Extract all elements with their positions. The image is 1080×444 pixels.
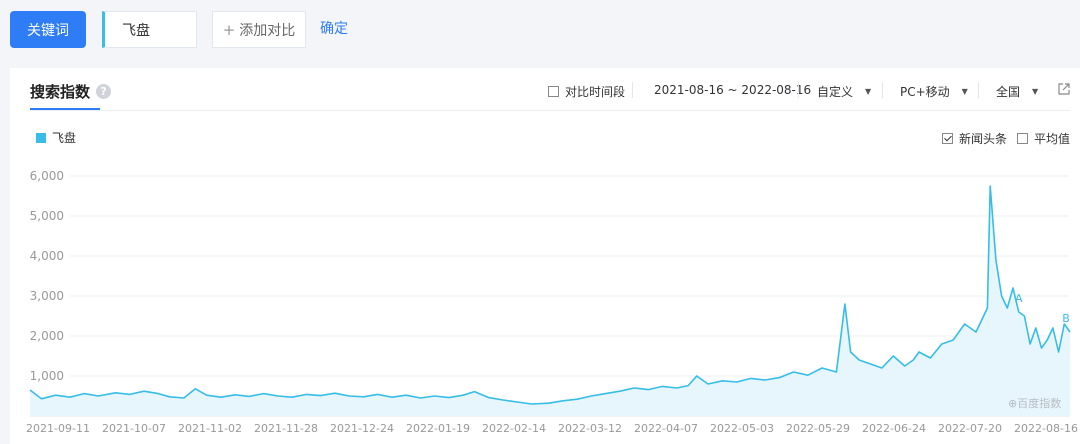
keyword-input[interactable]: 飞盘	[102, 11, 197, 48]
x-tick-label: 2022-05-29	[786, 422, 850, 435]
y-tick-label: 5,000	[30, 209, 64, 223]
y-tick-label: 3,000	[30, 289, 64, 303]
add-compare-label: 添加对比	[239, 22, 296, 39]
x-tick-label: 2022-05-03	[710, 422, 774, 435]
x-tick-label: 2021-10-07	[102, 422, 166, 435]
x-tick-label: 2022-02-14	[482, 422, 546, 435]
x-tick-label: 2021-11-28	[254, 422, 318, 435]
x-tick-label: 2021-09-11	[26, 422, 90, 435]
y-tick-label: 1,000	[30, 369, 64, 383]
series-area	[30, 186, 1070, 416]
confirm-link[interactable]: 确定	[320, 18, 348, 38]
x-tick-label: 2021-11-02	[178, 422, 242, 435]
x-tick-label: 2022-07-20	[938, 422, 1002, 435]
x-tick-label: 2022-03-12	[558, 422, 622, 435]
search-index-card: 搜索指数 ? 对比时间段 2021-08-16 ~ 2022-08-16 自定义…	[10, 68, 1080, 444]
plus-icon: +	[222, 20, 236, 39]
x-tick-label: 2022-06-24	[862, 422, 926, 435]
x-tick-label: 2022-01-19	[406, 422, 470, 435]
news-annotation-marker: B	[1062, 312, 1070, 325]
baidu-index-watermark: ⊕百度指数	[1008, 397, 1062, 410]
x-tick-label: 2022-08-16	[1014, 422, 1078, 435]
keyword-button[interactable]: 关键词	[10, 11, 86, 48]
news-annotation-marker: A	[1015, 292, 1023, 305]
search-index-chart[interactable]: 1,000 2,000 3,000 4,000 5,000 6,000 2021-09-11…	[10, 68, 1080, 444]
add-compare-button[interactable]: + 添加对比	[212, 11, 306, 48]
y-tick-label: 2,000	[30, 329, 64, 343]
y-tick-label: 6,000	[30, 169, 64, 183]
x-tick-label: 2022-04-07	[634, 422, 698, 435]
x-tick-label: 2021-12-24	[330, 422, 394, 435]
y-tick-label: 4,000	[30, 249, 64, 263]
